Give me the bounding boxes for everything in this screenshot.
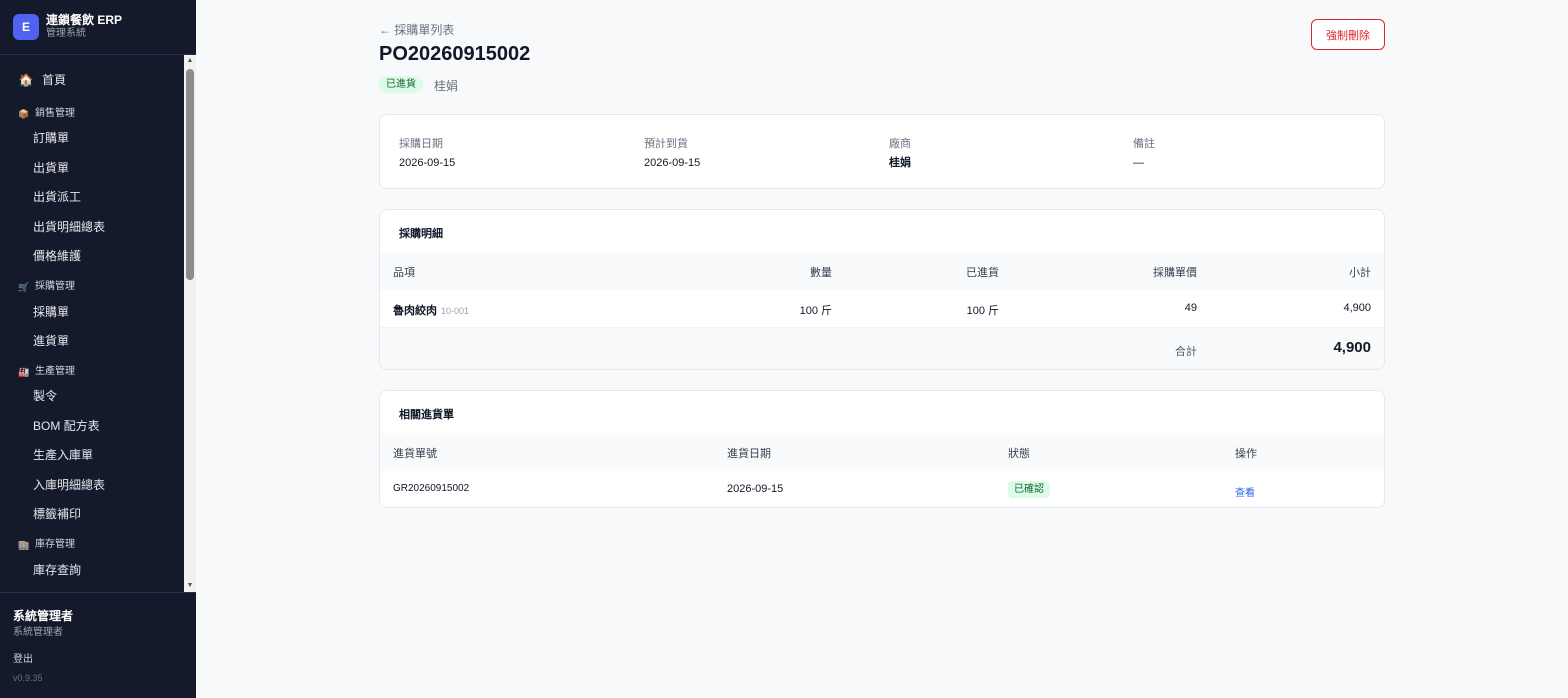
- sidebar-item-shipments[interactable]: 出貨單: [33, 160, 69, 176]
- sidebar-item-goods-receipts[interactable]: 進貨單: [33, 333, 69, 349]
- sidebar-item-home[interactable]: 🏠 首頁: [18, 72, 67, 88]
- item-code: 10-001: [441, 306, 470, 316]
- vendor-value: 桂娟: [889, 157, 911, 169]
- brand[interactable]: E 連鎖餐飲 ERP 管理系統: [0, 0, 196, 55]
- related-receipts-card: 相關進貨單 進貨單號 進貨日期 狀態 操作 GR20260915002 2026…: [379, 390, 1385, 508]
- box-icon: 📦: [18, 109, 30, 119]
- brand-logo: E: [13, 14, 39, 40]
- receipt-number: GR20260915002: [393, 483, 470, 494]
- house-icon: 🏠: [18, 73, 34, 87]
- scroll-down-arrow-icon[interactable]: ▼: [184, 580, 196, 592]
- item-unit-price: 49: [1184, 302, 1197, 314]
- sidebar-item-receipt-summary[interactable]: 入庫明細總表: [33, 477, 105, 493]
- detail-card-title: 採購明細: [399, 228, 443, 240]
- column-header-item: 品項: [393, 267, 415, 279]
- note-field: 備註 —: [1133, 138, 1155, 169]
- receipt-status-badge: 已確認: [1008, 481, 1050, 498]
- receipt-date: 2026-09-15: [727, 483, 784, 495]
- sidebar-item-label-reprint[interactable]: 標籤補印: [33, 506, 81, 522]
- column-header-subtotal: 小計: [1349, 267, 1371, 279]
- column-header-received: 已進貨: [966, 267, 999, 279]
- sidebar-section-inventory: 🏬 庫存管理: [18, 539, 75, 550]
- sidebar-section-purchasing: 🛒 採購管理: [18, 281, 75, 292]
- sidebar-item-pricing[interactable]: 價格維護: [33, 248, 81, 264]
- total-row: 合計 4,900: [380, 328, 1384, 369]
- page-title: PO20260915002: [379, 43, 531, 65]
- sidebar-item-dispatch[interactable]: 出貨派工: [33, 189, 81, 205]
- po-info-card: 採購日期 2026-09-15 預計到貨 2026-09-15 廠商 桂娟 備註…: [379, 114, 1385, 189]
- expected-date-value: 2026-09-15: [644, 157, 701, 169]
- warehouse-icon: 🏬: [18, 540, 30, 550]
- user-role: 系統管理者: [13, 627, 63, 638]
- factory-icon: 🏭: [18, 367, 30, 377]
- vendor-tag: 桂娟: [434, 79, 459, 93]
- column-header-qty: 數量: [810, 267, 832, 279]
- sidebar: E 連鎖餐飲 ERP 管理系統 🏠 首頁 📦 銷售管理 訂購單 出貨單 出貨派工…: [0, 0, 196, 698]
- sidebar-item-bom[interactable]: BOM 配方表: [33, 418, 100, 434]
- detail-table-header: 品項 數量 已進貨 採購單價 小計: [380, 252, 1384, 290]
- receipts-table-header: 進貨單號 進貨日期 狀態 操作: [380, 433, 1384, 471]
- scroll-up-arrow-icon[interactable]: ▲: [184, 55, 196, 67]
- view-receipt-link[interactable]: 查看: [1235, 484, 1255, 499]
- sidebar-item-work-orders[interactable]: 製令: [33, 388, 57, 404]
- status-badge: 已進貨: [379, 76, 423, 93]
- cart-icon: 🛒: [18, 282, 30, 292]
- sidebar-item-label: 首頁: [42, 73, 67, 87]
- sidebar-section-sales: 📦 銷售管理: [18, 108, 75, 119]
- purchase-date-field: 採購日期 2026-09-15: [399, 138, 456, 169]
- receipts-card-title: 相關進貨單: [399, 409, 454, 421]
- total-value: 4,900: [1333, 339, 1371, 356]
- item-subtotal: 4,900: [1343, 302, 1371, 314]
- main-content: ← 採購單列表 PO20260915002 已進貨 桂娟 強制刪除 採購日期 2…: [196, 0, 1568, 698]
- table-row: GR20260915002 2026-09-15 已確認 查看: [380, 471, 1384, 507]
- brand-title: 連鎖餐飲 ERP: [46, 13, 123, 27]
- logout-link[interactable]: 登出: [13, 650, 33, 665]
- force-delete-button[interactable]: 強制刪除: [1311, 19, 1385, 50]
- scroll-thumb[interactable]: [186, 69, 194, 280]
- vendor-field: 廠商 桂娟: [889, 138, 911, 169]
- expected-date-field: 預計到貨 2026-09-15: [644, 138, 701, 169]
- po-detail-card: 採購明細 品項 數量 已進貨 採購單價 小計 魯肉絞肉 10-001 100 斤 …: [379, 209, 1385, 370]
- sidebar-scrollbar[interactable]: ▲ ▼: [184, 55, 196, 592]
- sidebar-item-inventory-query[interactable]: 庫存查詢: [33, 562, 81, 578]
- column-header-unit-price: 採購單價: [1153, 267, 1197, 279]
- sidebar-item-purchase-orders[interactable]: 採購單: [33, 304, 69, 320]
- brand-subtitle: 管理系統: [46, 28, 86, 39]
- item-name: 魯肉絞肉: [393, 305, 437, 317]
- column-header-status: 狀態: [1008, 448, 1030, 460]
- sidebar-nav: 🏠 首頁 📦 銷售管理 訂購單 出貨單 出貨派工 出貨明細總表 價格維護 🛒 採…: [0, 55, 184, 592]
- sidebar-item-orders[interactable]: 訂購單: [33, 130, 69, 146]
- sidebar-item-production-receipts[interactable]: 生產入庫單: [33, 447, 93, 463]
- sidebar-item-shipment-summary[interactable]: 出貨明細總表: [33, 219, 105, 235]
- sidebar-section-production: 🏭 生產管理: [18, 366, 75, 377]
- table-row: 魯肉絞肉 10-001 100 斤 100 斤 49 4,900: [380, 290, 1384, 328]
- column-header-receipt-date: 進貨日期: [727, 448, 771, 460]
- total-label: 合計: [1175, 346, 1197, 358]
- user-name: 系統管理者: [13, 609, 74, 623]
- column-header-action: 操作: [1235, 448, 1257, 460]
- item-received: 100 斤: [966, 305, 999, 317]
- column-header-receipt-number: 進貨單號: [393, 448, 437, 460]
- note-value: —: [1133, 157, 1144, 169]
- user-panel: 系統管理者 系統管理者 登出 v0.9.35: [0, 592, 196, 698]
- item-qty: 100 斤: [799, 305, 832, 317]
- app-version: v0.9.35: [13, 673, 43, 683]
- purchase-date-value: 2026-09-15: [399, 157, 456, 169]
- back-to-po-list-link[interactable]: ← 採購單列表: [379, 21, 454, 38]
